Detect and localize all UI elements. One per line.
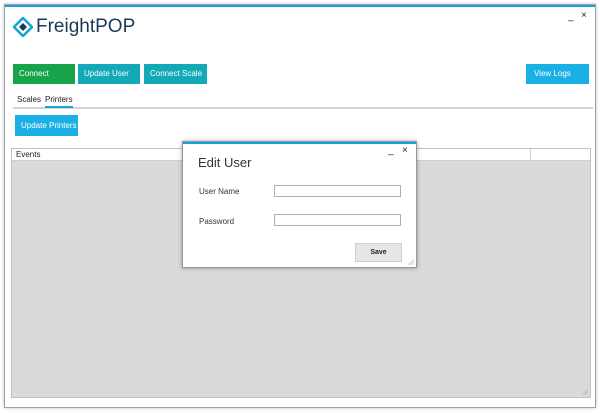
dialog-title: Edit User [198, 155, 252, 170]
screen: FreightPOP _ × Connect Update User Conne… [0, 0, 600, 413]
password-label: Password [199, 217, 235, 226]
username-label: User Name [199, 187, 240, 196]
tab-scales[interactable]: Scales [17, 95, 41, 104]
logo-text: FreightPOP [36, 16, 136, 37]
freightpop-logo: FreightPOP [13, 16, 135, 38]
dialog-close-button[interactable]: × [402, 146, 408, 156]
resize-grip-icon[interactable] [582, 389, 588, 395]
freightpop-logo-icon [13, 17, 33, 37]
update-user-button[interactable]: Update User [78, 64, 140, 84]
view-logs-button[interactable]: View Logs [526, 64, 589, 84]
tab-bar: Scales Printers [13, 93, 593, 109]
window-minimize-button[interactable]: _ [568, 12, 574, 22]
connect-button[interactable]: Connect [13, 64, 75, 84]
column-divider [530, 149, 531, 161]
username-input[interactable] [274, 185, 401, 197]
dialog-resize-grip-icon[interactable] [408, 259, 414, 265]
connect-scale-button[interactable]: Connect Scale [144, 64, 207, 84]
edit-user-dialog: _ × Edit User User Name Password Save [182, 141, 417, 268]
window-close-button[interactable]: × [581, 11, 587, 21]
dialog-minimize-button[interactable]: _ [388, 146, 394, 156]
events-column-header: Events [16, 150, 41, 159]
update-printers-button[interactable]: Update Printers [15, 115, 78, 136]
window-accent-bar [5, 5, 595, 7]
tab-printers[interactable]: Printers [45, 95, 73, 108]
dialog-accent-bar [183, 142, 416, 144]
save-button[interactable]: Save [355, 243, 402, 262]
password-input[interactable] [274, 214, 401, 226]
